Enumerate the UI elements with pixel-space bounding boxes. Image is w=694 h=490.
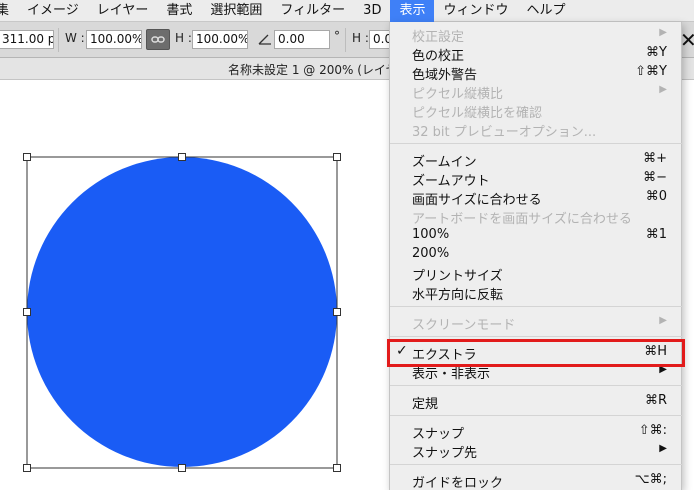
menu-select[interactable]: 選択範囲 xyxy=(201,0,271,22)
submenu-arrow-icon: ▶ xyxy=(659,443,667,454)
menu-separator xyxy=(390,143,683,144)
transform-handle[interactable] xyxy=(333,153,341,161)
menu-item[interactable]: 表示・非表示 ▶ xyxy=(390,361,683,382)
width-field[interactable]: 100.00% xyxy=(86,30,142,49)
menu-item-shortcut: ⇧⌘Y xyxy=(635,64,667,79)
height-label: H : xyxy=(175,31,192,45)
options-divider xyxy=(58,28,59,52)
menu-item-label: ガイドをロック xyxy=(412,476,504,490)
menu-item-shortcut: ⌥⌘; xyxy=(634,472,667,487)
menu-item[interactable]: 水平方向に反転 xyxy=(390,282,683,303)
menu-item-shortcut: ⌘+ xyxy=(643,151,667,166)
menu-type[interactable]: 書式 xyxy=(157,0,201,22)
menu-item-shortcut: ⌘− xyxy=(643,170,667,185)
rotation-angle-field[interactable]: 0.00 xyxy=(274,30,330,49)
menu-item[interactable]: ズームイン ⌘+ xyxy=(390,149,683,170)
menu-separator xyxy=(390,336,683,337)
menu-item[interactable]: ズームアウト ⌘− xyxy=(390,168,683,189)
menu-item[interactable]: スナップ ⇧⌘: xyxy=(390,421,683,442)
menu-item[interactable]: 100% ⌘1 xyxy=(390,225,683,244)
menu-item: ピクセル縦横比を確認 xyxy=(390,100,683,121)
menu-3d[interactable]: 3D xyxy=(354,0,390,22)
menu-item[interactable]: スナップ先 ▶ xyxy=(390,440,683,461)
menu-item[interactable]: プリントサイズ xyxy=(390,263,683,284)
options-divider xyxy=(345,28,346,52)
submenu-arrow-icon: ▶ xyxy=(659,364,667,375)
menu-item-shortcut: ⌘R xyxy=(644,393,667,408)
menu-layer[interactable]: レイヤー xyxy=(88,0,158,22)
menu-item[interactable]: 色域外警告 ⇧⌘Y xyxy=(390,62,683,83)
menu-help[interactable]: ヘルプ xyxy=(517,0,574,22)
ellipse-shape[interactable] xyxy=(27,157,337,467)
menu-item-shortcut: ⌘Y xyxy=(646,45,667,60)
menu-item[interactable]: 200% xyxy=(390,244,683,263)
height-field[interactable]: 100.00% xyxy=(192,30,248,49)
menu-image[interactable]: イメージ xyxy=(18,0,88,22)
transform-handle[interactable] xyxy=(333,464,341,472)
menu-item: ピクセル縦横比 ▶ xyxy=(390,81,683,102)
document-title[interactable]: 名称未設定 1 @ 200% (レイヤ xyxy=(228,61,398,78)
transform-handle[interactable] xyxy=(23,464,31,472)
menu-separator xyxy=(390,306,683,307)
transform-handle[interactable] xyxy=(23,308,31,316)
menu-item-label: 表示・非表示 xyxy=(412,367,491,382)
menu-item-label: 200% xyxy=(412,246,450,261)
menu-item-shortcut: ⌘1 xyxy=(645,227,667,242)
degree-symbol: ° xyxy=(334,29,340,43)
menu-filter[interactable]: フィルター xyxy=(271,0,354,22)
menu-edit[interactable]: 集 xyxy=(0,0,18,22)
submenu-arrow-icon: ▶ xyxy=(659,315,667,326)
menu-window[interactable]: ウィンドウ xyxy=(434,0,517,22)
checkmark-icon: ✓ xyxy=(396,343,408,359)
menu-item-label: 定規 xyxy=(412,397,439,412)
view-menu-dropdown: 校正設定 ▶ 色の校正 ⌘Y 色域外警告 ⇧⌘Y ピクセル縦横比 ▶ ピクセル縦横比を確認 32 … xyxy=(389,22,683,490)
menu-item[interactable]: 色の校正 ⌘Y xyxy=(390,43,683,64)
link-icon xyxy=(151,36,165,43)
menu-item[interactable]: ガイドをロック ⌥⌘; xyxy=(390,470,683,490)
menu-item-shortcut: ⌘0 xyxy=(645,189,667,204)
menu-bar: 集イメージ レイヤー 書式 選択範囲 フィルター 3D 表示 ウィンドウ ヘルプ xyxy=(0,0,694,22)
menu-item: 32 bit プレビューオプション... xyxy=(390,119,683,140)
menu-item-shortcut: ⇧⌘: xyxy=(638,423,667,438)
menu-item-label: スクリーンモード xyxy=(412,318,516,333)
menu-item: 校正設定 ▶ xyxy=(390,24,683,45)
menu-item-label: 100% xyxy=(412,227,450,242)
menu-item-label: スナップ先 xyxy=(412,446,478,461)
submenu-arrow-icon: ▶ xyxy=(659,27,667,38)
x-position-field[interactable]: 311.00 px xyxy=(0,30,54,49)
menu-separator xyxy=(390,385,683,386)
menu-item-label: 32 bit プレビューオプション... xyxy=(412,125,597,140)
menu-view[interactable]: 表示 xyxy=(390,0,435,22)
transform-handle[interactable] xyxy=(178,153,186,161)
menu-item[interactable]: 定規 ⌘R xyxy=(390,391,683,412)
menu-item: スクリーンモード ▶ xyxy=(390,312,683,333)
menu-separator xyxy=(390,415,683,416)
skew-h-label: H : xyxy=(352,31,369,45)
transform-handle[interactable] xyxy=(178,464,186,472)
menu-item-shortcut: ⌘H xyxy=(644,344,667,359)
menu-separator xyxy=(390,464,683,465)
submenu-arrow-icon: ▶ xyxy=(659,84,667,95)
width-label: W : xyxy=(65,31,85,45)
menu-item: アートボードを画面サイズに合わせる xyxy=(390,206,683,227)
menu-item-label: 水平方向に反転 xyxy=(412,288,504,303)
transform-handle[interactable] xyxy=(23,153,31,161)
angle-icon xyxy=(258,34,271,45)
menu-item[interactable]: 画面サイズに合わせる ⌘0 xyxy=(390,187,683,208)
link-aspect-button[interactable] xyxy=(146,29,170,50)
transform-handle[interactable] xyxy=(333,308,341,316)
menu-item[interactable]: ✓ エクストラ ⌘H xyxy=(390,342,683,363)
